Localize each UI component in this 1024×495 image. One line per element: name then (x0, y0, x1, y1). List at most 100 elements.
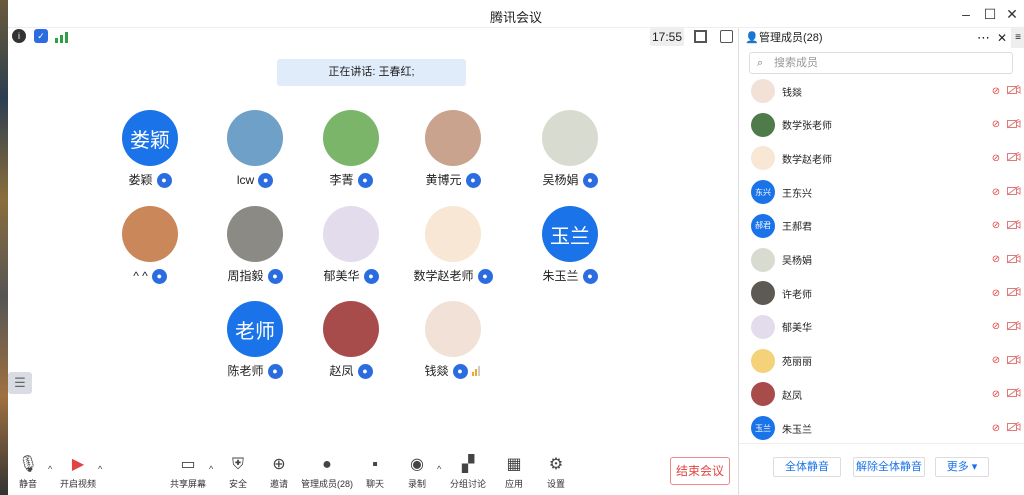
member-row[interactable]: 郝君 王郝君 ⊘ (751, 213, 1021, 239)
avatar (425, 206, 481, 262)
avatar (122, 206, 178, 262)
microphone-icon: ● (582, 172, 598, 188)
member-row[interactable]: 吴杨娟 ⊘ (751, 247, 1021, 273)
participant-tile[interactable]: 李菁 ● (296, 110, 406, 188)
more-button[interactable]: 更多 ▾ (935, 457, 989, 477)
member-row[interactable]: 苑丽丽 ⊘ (751, 348, 1021, 374)
participant-tile[interactable]: lcw ● (200, 110, 310, 188)
mic-off-icon[interactable]: ⊘ (989, 153, 1003, 164)
apps-button[interactable]: ▦ 应用 (494, 456, 534, 490)
participant-name: 黄博元 (425, 173, 462, 187)
participant-tile[interactable]: 赵凤 ● (296, 301, 406, 379)
participant-tile[interactable]: ^ ^ ● (95, 206, 205, 284)
menu-icon[interactable]: ≡ (1011, 28, 1024, 48)
manage-members-button[interactable]: ● 管理成员(28) (300, 456, 354, 490)
participant-tile[interactable]: 数学赵老师 ● (398, 206, 508, 284)
invite-button[interactable]: ⊕ 邀请 (259, 456, 299, 490)
end-meeting-button[interactable]: 结束会议 (670, 457, 730, 485)
member-row[interactable]: 赵凤 ⊘ (751, 381, 1021, 407)
video-gallery: 正在讲话: 王春红; 娄颖 娄颖 ● lcw ● 李菁 ● 黄博元 ● 吴杨娟 ● ^ ^ ● 周指毅 ● 郁… (8, 48, 738, 450)
fullscreen-icon[interactable] (694, 30, 707, 43)
member-row[interactable]: 数学张老师 ⊘ (751, 112, 1021, 138)
maximize-button[interactable]: ☐ (980, 4, 1000, 24)
mute-options-chevron-icon[interactable]: ^ (48, 464, 52, 474)
participant-name: 周指毅 (227, 269, 264, 283)
mic-off-icon[interactable]: ⊘ (989, 288, 1003, 299)
mic-off-icon[interactable]: ⊘ (989, 220, 1003, 231)
mic-off-icon[interactable]: ⊘ (989, 355, 1003, 366)
camera-off-icon[interactable] (1006, 354, 1021, 368)
camera-off-icon[interactable] (1006, 185, 1021, 199)
record-options-chevron-icon[interactable]: ^ (437, 464, 441, 474)
mic-off-icon[interactable]: ⊘ (989, 321, 1003, 332)
member-name: 苑丽丽 (782, 357, 812, 369)
close-button[interactable]: ✕ (1002, 4, 1022, 24)
participant-tile[interactable]: 郁美华 ● (296, 206, 406, 284)
mic-off-icon[interactable]: ⊘ (989, 423, 1003, 434)
member-row[interactable]: 数学赵老师 ⊘ (751, 145, 1021, 171)
share-options-chevron-icon[interactable]: ^ (209, 464, 213, 474)
member-name: 王郝君 (782, 222, 812, 234)
participant-name-row: 李菁 ● (296, 172, 406, 188)
more-options-icon[interactable]: ⋯ (977, 28, 990, 48)
avatar (751, 314, 775, 339)
member-search-input[interactable]: ⌕ 搜索成员 (749, 52, 1013, 74)
participant-name: 数学赵老师 (413, 269, 474, 283)
audio-level-icon (471, 366, 482, 376)
close-panel-icon[interactable]: ✕ (997, 28, 1007, 48)
camera-off-icon[interactable] (1006, 151, 1021, 165)
camera-off-icon[interactable] (1006, 84, 1021, 98)
camera-off-icon[interactable] (1006, 421, 1021, 435)
member-row[interactable]: 钱燚 ⊘ (751, 78, 1021, 104)
camera-off-icon[interactable] (1006, 219, 1021, 233)
avatar: 娄颖 (122, 110, 178, 166)
member-row[interactable]: 郁美华 ⊘ (751, 314, 1021, 340)
camera-off-icon[interactable] (1006, 320, 1021, 334)
settings-button[interactable]: ⚙ 设置 (536, 456, 576, 490)
chat-button[interactable]: ▪ 聊天 (355, 456, 395, 490)
camera-off-icon[interactable] (1006, 253, 1021, 267)
video-options-chevron-icon[interactable]: ^ (98, 464, 102, 474)
camera-off-icon[interactable] (1006, 387, 1021, 401)
mic-off-icon[interactable]: ⊘ (989, 187, 1003, 198)
signal-icon[interactable] (55, 31, 69, 43)
mic-off-icon[interactable]: ⊘ (989, 254, 1003, 265)
microphone-icon: ● (363, 268, 379, 284)
mic-off-icon[interactable]: ⊘ (989, 389, 1003, 400)
record-button[interactable]: ◉ 录制 (397, 456, 437, 490)
participant-name: 钱燚 (424, 364, 449, 378)
breakout-button[interactable]: ▞ 分组讨论 (448, 456, 488, 490)
avatar (227, 206, 283, 262)
search-icon: ⌕ (757, 57, 764, 69)
sidebar-toggle-icon[interactable] (720, 30, 733, 43)
share-screen-button[interactable]: ▭ 共享屏幕 (168, 456, 208, 490)
chat-icon: ▪ (372, 456, 378, 473)
mic-off-icon[interactable]: ⊘ (989, 119, 1003, 130)
member-row[interactable]: 许老师 ⊘ (751, 280, 1021, 306)
minimize-button[interactable]: – (956, 4, 976, 24)
participant-tile[interactable]: 娄颖 娄颖 ● (95, 110, 205, 188)
participant-tile[interactable]: 吴杨娟 ● (515, 110, 625, 188)
participant-tile[interactable]: 钱燚 ● (398, 301, 508, 379)
camera-off-icon[interactable] (1006, 286, 1021, 300)
member-row[interactable]: 玉兰 朱玉兰 ⊘ (751, 415, 1021, 441)
participant-tile[interactable]: 黄博元 ● (398, 110, 508, 188)
avatar (323, 301, 379, 357)
mute-button[interactable]: 🎙 静音 (8, 456, 48, 490)
unmute-all-button[interactable]: 解除全体静音 (853, 457, 925, 477)
member-row[interactable]: 东兴 王东兴 ⊘ (751, 179, 1021, 205)
info-icon[interactable]: i (12, 29, 26, 43)
participant-tile[interactable]: 周指毅 ● (200, 206, 310, 284)
participant-name: ^ ^ (133, 269, 148, 283)
list-view-icon[interactable]: ☰ (8, 372, 32, 394)
mute-all-button[interactable]: 全体静音 (773, 457, 841, 477)
video-button[interactable]: ▶ 开启视频 (58, 456, 98, 490)
participant-tile[interactable]: 玉兰 朱玉兰 ● (515, 206, 625, 284)
camera-off-icon[interactable] (1006, 118, 1021, 132)
participant-tile[interactable]: 老师 陈老师 ● (200, 301, 310, 379)
avatar (751, 348, 775, 373)
mic-off-icon[interactable]: ⊘ (989, 86, 1003, 97)
security-button[interactable]: ⛨ 安全 (218, 456, 258, 490)
avatar (751, 79, 775, 103)
shield-icon[interactable]: ✓ (34, 29, 48, 43)
